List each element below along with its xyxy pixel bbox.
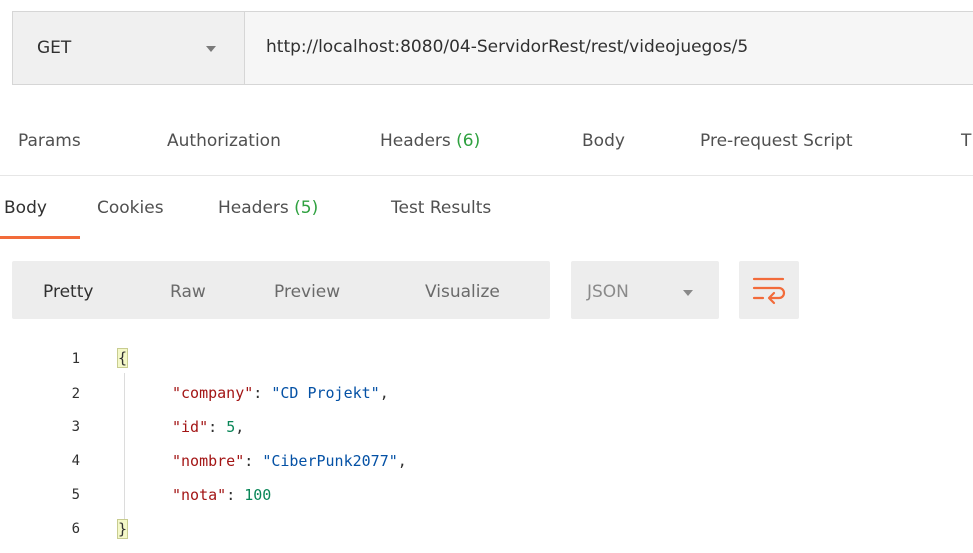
tab-headers-count: (6): [456, 131, 481, 151]
line-number: 2: [71, 386, 80, 402]
response-tab-cookies-label: Cookies: [97, 198, 164, 218]
code-line: "nota": 100: [172, 486, 271, 504]
code-line: "nombre": "CiberPunk2077",: [172, 452, 407, 470]
json-key: "company": [172, 384, 254, 402]
json-value: 100: [244, 486, 272, 504]
json-key: "id": [172, 418, 209, 436]
response-tab-headers-count: (5): [294, 198, 319, 218]
response-tab-body-label: Body: [4, 198, 47, 218]
tab-params[interactable]: Params: [18, 131, 81, 151]
tab-pre-request-script-label: Pre-request Script: [700, 131, 853, 151]
view-pretty-button[interactable]: Pretty: [43, 282, 93, 302]
url-value: http://localhost:8080/04-ServidorRest/re…: [266, 37, 749, 57]
response-tab-test-results[interactable]: Test Results: [391, 198, 491, 218]
line-number: 4: [71, 453, 80, 469]
chevron-down-icon: [683, 290, 693, 296]
response-tab-headers-label: Headers: [218, 198, 289, 218]
view-preview-button[interactable]: Preview: [274, 282, 340, 302]
line-number: 3: [71, 419, 80, 435]
code-line: {: [116, 348, 129, 368]
line-number: 6: [71, 521, 80, 537]
active-tab-underline: [0, 236, 80, 239]
json-sep: :: [226, 486, 245, 504]
tab-body[interactable]: Body: [582, 131, 625, 151]
tab-params-label: Params: [18, 131, 81, 151]
url-input[interactable]: http://localhost:8080/04-ServidorRest/re…: [244, 11, 973, 85]
tab-tests[interactable]: T: [961, 131, 971, 151]
divider: [0, 175, 973, 176]
response-tab-headers[interactable]: Headers (5): [218, 198, 318, 218]
json-key: "nota": [172, 486, 227, 504]
tab-authorization-label: Authorization: [167, 131, 281, 151]
json-sep: :: [208, 418, 227, 436]
tab-pre-request-script[interactable]: Pre-request Script: [700, 131, 853, 151]
tab-body-label: Body: [582, 131, 625, 151]
json-value: "CD Projekt": [271, 384, 380, 402]
chevron-down-icon: [206, 46, 216, 52]
method-value: GET: [37, 38, 72, 58]
wrap-lines-icon: [752, 277, 786, 305]
json-trail: ,: [379, 384, 389, 402]
format-value: JSON: [587, 282, 629, 302]
open-brace: {: [116, 348, 129, 368]
indent-guide: [124, 373, 125, 526]
response-tab-body[interactable]: Body: [4, 198, 47, 218]
wrap-lines-button[interactable]: [739, 261, 799, 319]
json-trail: ,: [397, 452, 407, 470]
json-sep: :: [244, 452, 263, 470]
format-select[interactable]: JSON: [571, 261, 719, 319]
json-key: "nombre": [172, 452, 245, 470]
view-mode-group: Pretty Raw Preview Visualize: [12, 261, 550, 319]
line-number: 5: [71, 487, 80, 503]
json-sep: :: [253, 384, 272, 402]
json-value: 5: [226, 418, 236, 436]
code-line: "id": 5,: [172, 418, 244, 436]
method-select[interactable]: GET: [12, 11, 244, 85]
code-line: "company": "CD Projekt",: [172, 384, 389, 402]
json-value: "CiberPunk2077": [262, 452, 398, 470]
tab-authorization[interactable]: Authorization: [167, 131, 281, 151]
request-bar: GET http://localhost:8080/04-ServidorRes…: [12, 11, 973, 87]
code-line: }: [116, 519, 129, 539]
view-raw-button[interactable]: Raw: [170, 282, 206, 302]
line-number: 1: [71, 351, 80, 367]
tab-headers-label: Headers: [380, 131, 451, 151]
response-tab-test-results-label: Test Results: [391, 198, 492, 218]
response-tab-cookies[interactable]: Cookies: [97, 198, 164, 218]
tab-headers[interactable]: Headers (6): [380, 131, 480, 151]
tab-tests-label: T: [961, 131, 972, 151]
json-trail: ,: [235, 418, 245, 436]
close-brace: }: [116, 519, 129, 539]
view-visualize-button[interactable]: Visualize: [425, 282, 500, 302]
